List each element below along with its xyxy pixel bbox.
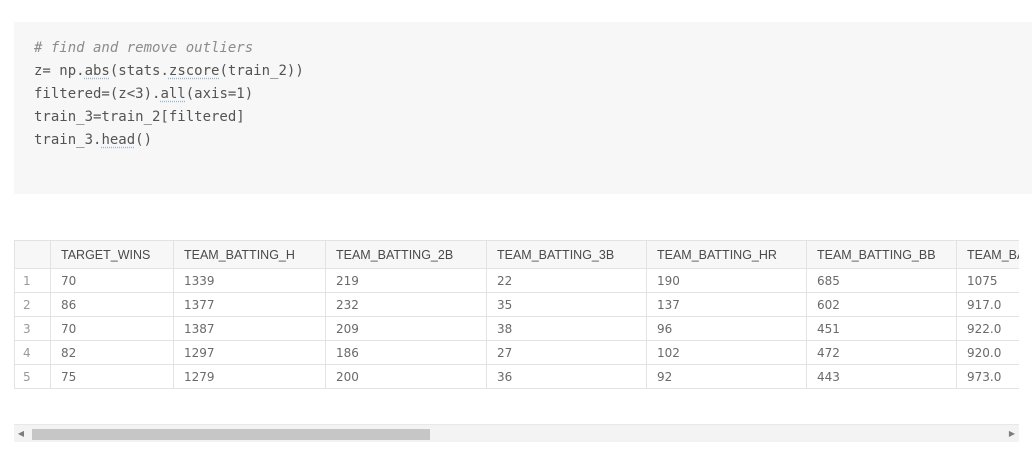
code-line-head: train_3.head(): [34, 132, 153, 148]
table-cell: 1377: [173, 292, 326, 317]
table-cell: 186: [325, 340, 487, 365]
table-cell: 1075: [956, 268, 1019, 293]
table-cell: 200: [325, 364, 487, 389]
row-index: 3: [14, 316, 51, 341]
row-index: 4: [14, 340, 51, 365]
table-cell: 38: [486, 316, 647, 341]
table-cell: 102: [646, 340, 807, 365]
code-line-filtered: filtered=(z<3).all(axis=1): [34, 86, 254, 102]
table-cell: 917.0: [956, 292, 1019, 317]
table-cell: 451: [806, 316, 957, 341]
table-cell: 190: [646, 268, 807, 293]
table-cell: 685: [806, 268, 957, 293]
row-index: 1: [14, 268, 51, 293]
table-row: 2 86 1377 232 35 137 602 917.0: [14, 292, 1019, 317]
column-header[interactable]: TEAM_BATTING_H: [173, 240, 326, 269]
table-cell: 920.0: [956, 340, 1019, 365]
table-cell: 86: [50, 292, 174, 317]
dataframe-output[interactable]: TARGET_WINS TEAM_BATTING_H TEAM_BATTING_…: [14, 240, 1019, 449]
table-cell: 472: [806, 340, 957, 365]
table-cell: 232: [325, 292, 487, 317]
code-line-train3: train_3=train_2[filtered]: [34, 109, 245, 125]
column-header[interactable]: TEAM_BATTING_SO: [956, 240, 1019, 269]
table-cell: 922.0: [956, 316, 1019, 341]
table-row: 1 70 1339 219 22 190 685 1075: [14, 268, 1019, 293]
table-row: 5 75 1279 200 36 92 443 973.0: [14, 364, 1019, 389]
column-header[interactable]: TEAM_BATTING_2B: [325, 240, 487, 269]
dataframe-table: TARGET_WINS TEAM_BATTING_H TEAM_BATTING_…: [14, 240, 1019, 389]
scrollbar-thumb[interactable]: [32, 429, 430, 440]
table-cell: 1387: [173, 316, 326, 341]
column-header[interactable]: TEAM_BATTING_HR: [646, 240, 807, 269]
code-line-zscore: z= np.abs(stats.zscore(train_2)): [34, 63, 304, 79]
table-row: 4 82 1297 186 27 102 472 920.0: [14, 340, 1019, 365]
table-cell: 137: [646, 292, 807, 317]
table-cell: 27: [486, 340, 647, 365]
column-header[interactable]: TEAM_BATTING_3B: [486, 240, 647, 269]
column-header[interactable]: TARGET_WINS: [50, 240, 174, 269]
table-cell: 96: [646, 316, 807, 341]
table-cell: 1279: [173, 364, 326, 389]
table-cell: 219: [325, 268, 487, 293]
row-index: 5: [14, 364, 51, 389]
table-header-row: TARGET_WINS TEAM_BATTING_H TEAM_BATTING_…: [14, 240, 1019, 269]
code-cell[interactable]: # find and remove outliers z= np.abs(sta…: [14, 22, 1032, 194]
table-cell: 82: [50, 340, 174, 365]
table-cell: 602: [806, 292, 957, 317]
table-cell: 92: [646, 364, 807, 389]
row-index: 2: [14, 292, 51, 317]
table-cell: 22: [486, 268, 647, 293]
table-cell: 1297: [173, 340, 326, 365]
table-row: 3 70 1387 209 38 96 451 922.0: [14, 316, 1019, 341]
table-cell: 75: [50, 364, 174, 389]
column-header-index: [14, 240, 51, 269]
scroll-left-arrow-icon[interactable]: ◀: [16, 429, 26, 438]
table-cell: 70: [50, 316, 174, 341]
table-cell: 973.0: [956, 364, 1019, 389]
scroll-right-arrow-icon[interactable]: ▶: [1007, 429, 1017, 438]
notebook-page: # find and remove outliers z= np.abs(sta…: [0, 0, 1032, 466]
column-header[interactable]: TEAM_BATTING_BB: [806, 240, 957, 269]
table-cell: 209: [325, 316, 487, 341]
code-comment-line: # find and remove outliers: [34, 40, 254, 56]
table-cell: 35: [486, 292, 647, 317]
table-cell: 36: [486, 364, 647, 389]
table-cell: 70: [50, 268, 174, 293]
table-cell: 1339: [173, 268, 326, 293]
table-cell: 443: [806, 364, 957, 389]
horizontal-scrollbar[interactable]: ◀ ▶: [14, 424, 1019, 442]
